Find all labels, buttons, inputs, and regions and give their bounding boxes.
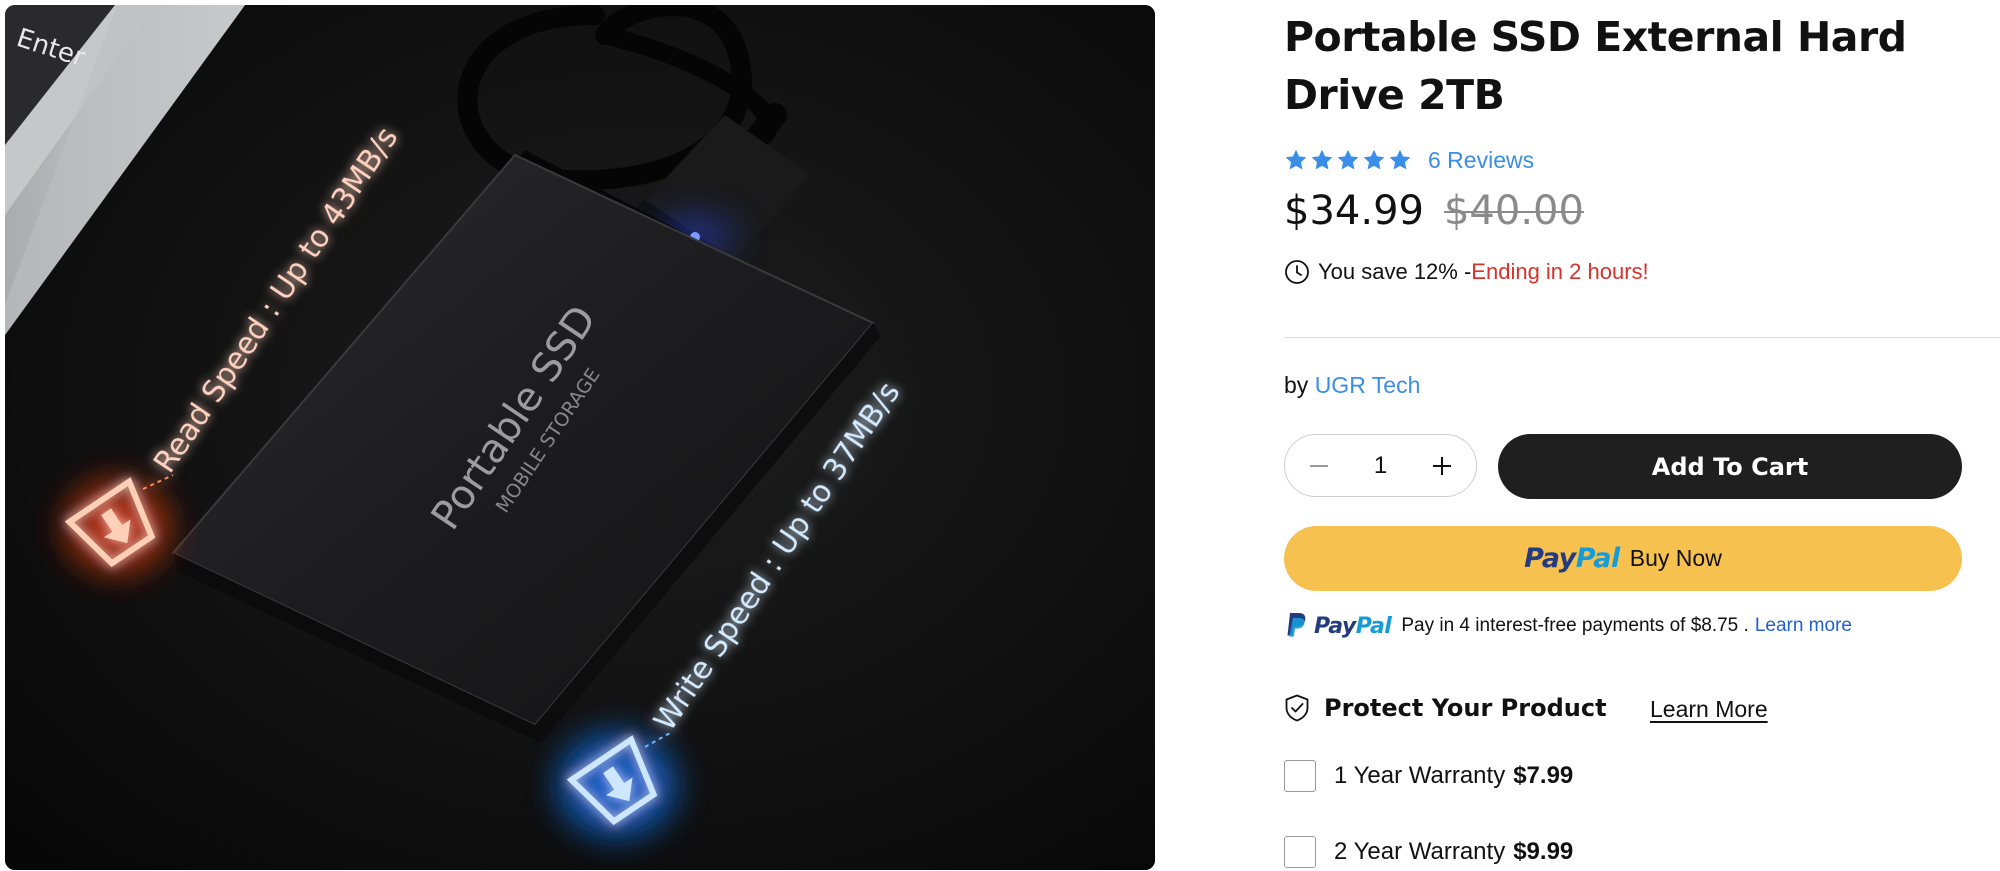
reviews-link[interactable]: 6 Reviews [1428,147,1534,174]
product-rating[interactable]: 6 Reviews [1284,146,1534,174]
star-icon [1337,149,1359,170]
decrease-quantity-button[interactable] [1305,452,1333,480]
price-block: $34.99 $40.00 [1284,188,1584,234]
paypal-wordmark-pal: Pal [1355,613,1392,639]
warranty-label: 2 Year Warranty [1334,838,1506,865]
protection-title: Protect Your Product [1324,694,1607,722]
paypal-buy-now-button[interactable]: PayPal Buy Now [1284,526,1962,591]
paypal-logo-pay: Pay [1524,543,1576,574]
minus-icon [1310,464,1328,467]
warranty-price: $9.99 [1513,838,1574,865]
product-photo-illustration: Enter Portable SSD MOBILE STORAGE Read S… [5,5,1155,870]
section-divider [1284,337,2000,338]
plus-icon [1433,456,1451,475]
product-image[interactable]: Enter Portable SSD MOBILE STORAGE Read S… [5,5,1155,870]
savings-text: You save 12% - [1318,259,1472,284]
pay-later-text: Pay in 4 interest-free payments of $8.75… [1401,615,1749,636]
warranty-price: $7.99 [1513,762,1574,789]
vendor-prefix: by [1284,372,1315,398]
star-icon [1311,149,1333,170]
paypal-logo-pal: Pal [1575,543,1621,574]
paypal-icon [1287,613,1306,637]
star-icon [1363,149,1385,170]
product-protection-header: Protect Your Product Learn More [1284,694,1804,722]
warranty-checkbox[interactable] [1284,836,1316,868]
buy-now-label: Buy Now [1629,545,1722,571]
clock-icon [1285,260,1309,284]
shield-check-icon [1285,694,1309,722]
sale-price: $34.99 [1284,188,1424,234]
product-title: Portable SSD External Hard Drive 2TB [1284,13,1907,119]
paypal-pay-later-message: PayPal Pay in 4 interest-free payments o… [1284,612,1852,640]
urgency-text: Ending in 2 hours! [1471,259,1649,284]
paypal-logo: PayPal [1524,543,1620,574]
paypal-wordmark-pay: Pay [1314,613,1356,639]
paypal-wordmark: PayPal [1314,613,1392,639]
star-icon [1389,149,1411,170]
quantity-stepper [1284,434,1477,497]
vendor-link[interactable]: UGR Tech [1315,372,1421,398]
product-info: Portable SSD External Hard Drive 2TB 6 R… [1284,0,2000,871]
add-to-cart-button[interactable]: Add To Cart [1498,434,1962,499]
star-rating [1284,148,1412,172]
star-icon [1285,149,1307,170]
savings-notice: You save 12% - Ending in 2 hours! [1284,259,1649,285]
increase-quantity-button[interactable] [1428,452,1456,480]
warranty-checkbox[interactable] [1284,760,1316,792]
protection-learn-more-link[interactable]: Learn More [1650,696,1768,723]
warranty-option-1-year[interactable]: 1 Year Warranty $7.99 [1284,759,1573,793]
quantity-input[interactable] [1348,450,1413,481]
warranty-label: 1 Year Warranty [1334,762,1506,789]
warranty-option-2-year[interactable]: 2 Year Warranty $9.99 [1284,835,1573,869]
vendor-line: by UGR Tech [1284,372,1420,399]
pay-later-learn-more-link[interactable]: Learn more [1755,615,1852,637]
compare-at-price: $40.00 [1443,188,1584,234]
